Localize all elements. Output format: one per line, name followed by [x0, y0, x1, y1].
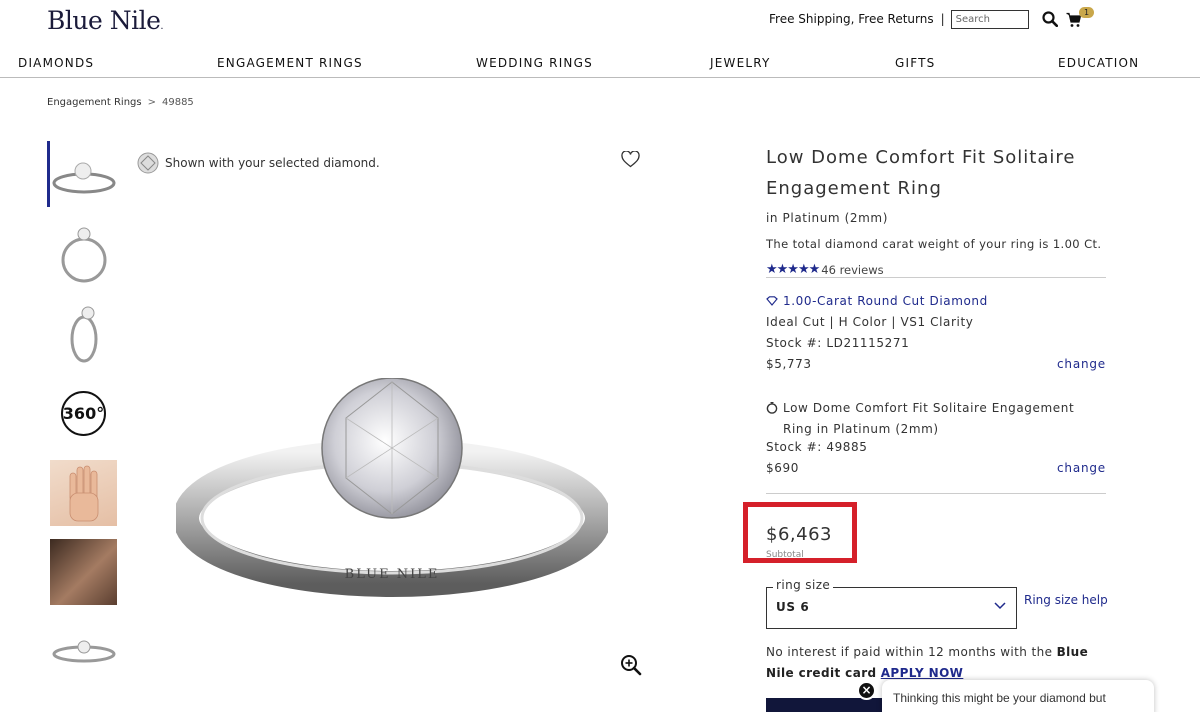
main-product-image: BLUE NILE	[176, 378, 608, 597]
chat-popup[interactable]: Thinking this might be your diamond but	[882, 680, 1154, 712]
product-metal: in Platinum (2mm)	[766, 211, 889, 225]
chat-message: Thinking this might be your diamond but	[893, 691, 1106, 705]
product-title: Low Dome Comfort Fit Solitaire Engagemen…	[766, 147, 1076, 199]
360-icon: 360°	[61, 391, 106, 436]
diamond-title[interactable]: 1.00-Carat Round Cut Diamond	[766, 294, 1106, 308]
subtotal-label: Subtotal	[766, 550, 804, 557]
thumbnail-ring-side[interactable]	[50, 141, 117, 208]
diamond-icon	[137, 152, 159, 174]
nav-engagement-rings[interactable]: ENGAGEMENT RINGS	[217, 56, 363, 70]
setting-price: $690	[766, 461, 799, 475]
ring-icon	[766, 402, 778, 414]
chat-close-button[interactable]: ×	[857, 681, 876, 700]
cart-button[interactable]: 1	[1066, 7, 1094, 28]
total-price: $6,463	[766, 524, 832, 545]
finance-text: No interest if paid within 12 months wit…	[766, 645, 1057, 659]
header-utilities: Free Shipping, Free Returns |	[769, 9, 1059, 29]
apply-now-link[interactable]: APPLY NOW	[881, 666, 964, 680]
nav-diamonds[interactable]: DIAMONDS	[18, 56, 94, 70]
diamond-stock: Stock #: LD21115271	[766, 336, 910, 350]
nav-wedding-rings[interactable]: WEDDING RINGS	[476, 56, 593, 70]
nav-education[interactable]: EDUCATION	[1058, 56, 1139, 70]
shown-with-diamond-note: Shown with your selected diamond.	[137, 152, 380, 174]
thumbnail-360-view[interactable]: 360°	[50, 380, 117, 447]
thumbnail-ring-flat[interactable]	[50, 615, 117, 682]
rating-stars: ★★★★★	[766, 262, 820, 277]
breadcrumb-separator: >	[147, 97, 156, 108]
thumbnail-ring-front[interactable]	[50, 221, 117, 288]
nav-jewelry[interactable]: JEWELRY	[710, 56, 771, 70]
chevron-down-icon	[994, 602, 1006, 610]
search-icon[interactable]	[1041, 10, 1059, 28]
divider	[766, 493, 1106, 494]
add-to-bag-button[interactable]	[766, 698, 884, 712]
diamond-specs: Ideal Cut | H Color | VS1 Clarity	[766, 315, 974, 329]
diamond-price-row: $5,773 change	[766, 357, 1106, 371]
reviews[interactable]: ★★★★★ 46 reviews	[766, 262, 1106, 277]
finance-card-text: credit card	[794, 666, 877, 680]
breadcrumb-current: 49885	[161, 97, 194, 108]
separator: |	[940, 12, 945, 26]
ring-size-legend: ring size	[773, 578, 834, 592]
thumbnail-ring-angle[interactable]	[50, 300, 117, 367]
breadcrumb: Engagement Rings >49885	[47, 97, 194, 108]
carat-weight-note: The total diamond carat weight of your r…	[766, 237, 1102, 251]
thumbnail-hand-photo[interactable]	[50, 460, 117, 526]
nav-gifts[interactable]: GIFTS	[895, 56, 935, 70]
search-input[interactable]	[950, 9, 1029, 29]
main-nav: DIAMONDS ENGAGEMENT RINGS WEDDING RINGS …	[0, 52, 1200, 78]
setting-stock: Stock #: 49885	[766, 440, 868, 454]
reviews-count: 46 reviews	[821, 262, 884, 277]
cart-count-badge: 1	[1079, 7, 1094, 18]
ring-size-select[interactable]: ring size US 6	[766, 578, 1017, 629]
change-diamond-link[interactable]: change	[1057, 357, 1106, 371]
setting-price-row: $690 change	[766, 461, 1106, 475]
shipping-text: Free Shipping, Free Returns	[769, 12, 934, 26]
change-setting-link[interactable]: change	[1057, 461, 1106, 475]
divider	[766, 277, 1106, 278]
thumbnail-model-photo[interactable]	[50, 539, 117, 605]
diamond-price: $5,773	[766, 357, 812, 371]
setting-title: Low Dome Comfort Fit Solitaire Engagemen…	[766, 398, 1106, 440]
logo[interactable]: Blue Nile.	[47, 6, 164, 35]
shown-note-text: Shown with your selected diamond.	[165, 156, 380, 170]
ring-engraving: BLUE NILE	[345, 567, 440, 582]
financing-note: No interest if paid within 12 months wit…	[766, 642, 1111, 684]
ring-size-help-link[interactable]: Ring size help	[1024, 593, 1108, 607]
zoom-icon[interactable]	[620, 654, 642, 680]
ring-size-value: US 6	[776, 600, 810, 614]
diamond-outline-icon	[766, 296, 778, 306]
favorite-heart-icon[interactable]	[621, 150, 640, 172]
breadcrumb-parent[interactable]: Engagement Rings	[47, 97, 142, 108]
